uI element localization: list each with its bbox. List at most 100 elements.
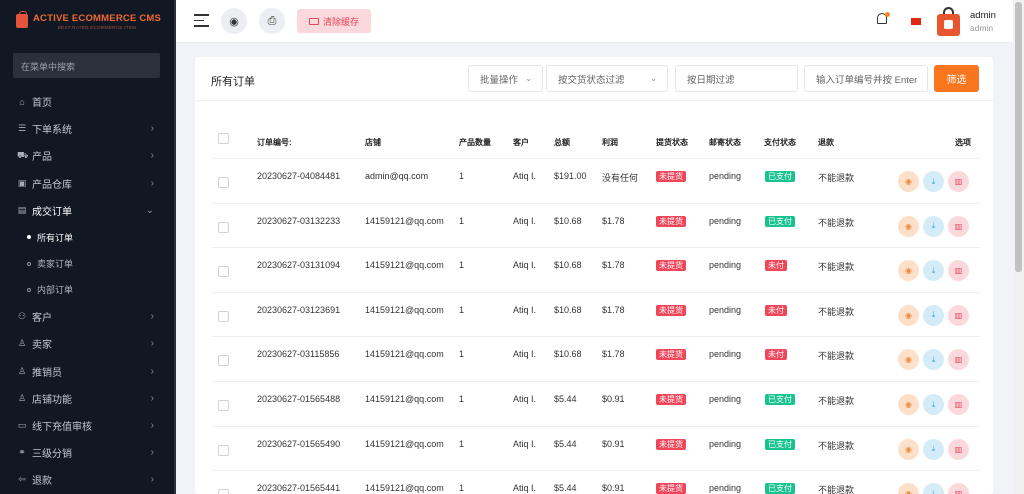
download-icon[interactable]: ⤓ [923, 260, 944, 282]
page-title: 所有订单 [211, 76, 255, 88]
date-filter-input[interactable]: 按日期过滤 [675, 65, 798, 92]
table-row: 20230627-03131094 14159121@qq.com 1 Atiq I.… [212, 247, 980, 292]
delete-icon[interactable]: ▥ [948, 260, 969, 282]
column-header: 产品数量 [459, 138, 491, 147]
top-bar: ◉ ⎙ 清除缓存 admin admin [176, 0, 1013, 43]
notification-bell-icon[interactable] [876, 12, 890, 28]
download-icon[interactable]: ⤓ [923, 349, 944, 371]
download-icon[interactable]: ⤓ [923, 171, 944, 192]
column-header: 店铺 [365, 138, 381, 147]
view-icon[interactable]: ◉ [898, 349, 919, 371]
sidebar-item[interactable]: ♙ 店铺功能 › [0, 385, 176, 412]
customer: Atiq I. [513, 483, 537, 494]
select-all-checkbox[interactable] [218, 133, 229, 144]
delete-icon[interactable]: ▥ [948, 349, 969, 371]
clear-cache-button[interactable]: 清除缓存 [297, 9, 371, 33]
pickup-status-badge: 未提货 [656, 171, 686, 182]
view-icon[interactable]: ◉ [898, 304, 919, 326]
sidebar-item[interactable]: ⚭ 三级分销 › [0, 439, 176, 466]
column-header: 订单编号: [257, 138, 292, 147]
sidebar-scrollbar[interactable] [174, 0, 176, 494]
menu-item-icon: ⚭ [18, 447, 26, 458]
shipping-status: pending [709, 349, 742, 360]
profit: $1.78 [602, 215, 625, 226]
menu-toggle-icon[interactable] [194, 14, 209, 31]
pickup-status-badge: 未提货 [656, 304, 686, 316]
view-icon[interactable]: ◉ [898, 394, 919, 415]
sidebar-item[interactable]: ♙ 卖家 › [0, 330, 176, 357]
sidebar-subitem[interactable]: 内部订单 [0, 277, 176, 303]
sidebar-subitem[interactable]: 卖家订单 [0, 250, 176, 276]
pickup-status-badge: 未提货 [656, 215, 686, 227]
total: $10.68 [554, 349, 582, 360]
delete-icon[interactable]: ▥ [948, 304, 969, 326]
sidebar-item[interactable]: ▤ 成交订单 ⌄ [0, 197, 176, 224]
row-checkbox[interactable] [218, 489, 229, 494]
delete-icon[interactable]: ▥ [948, 438, 969, 460]
row-checkbox[interactable] [218, 400, 229, 411]
delivery-status-filter[interactable]: 按交货状态过滤 ⌄ [546, 65, 668, 92]
brand-tagline: BEST RATED ECOMMERCE ITEM [57, 24, 137, 30]
cache-icon [308, 17, 319, 25]
pickup-status-badge: 未提货 [656, 394, 686, 405]
row-checkbox[interactable] [218, 177, 229, 188]
page-scrollbar[interactable] [1013, 0, 1024, 494]
download-icon[interactable]: ⤓ [923, 304, 944, 326]
globe-icon[interactable]: ◉ [221, 8, 247, 34]
chevron-right-icon: › [150, 365, 154, 377]
view-icon[interactable]: ◉ [898, 260, 919, 282]
filter-button[interactable]: 筛选 [934, 65, 979, 92]
menu-search-input[interactable]: 在菜单中搜索 [13, 53, 160, 78]
view-icon[interactable]: ◉ [898, 215, 919, 237]
user-name[interactable]: admin [970, 10, 996, 21]
card-header: 所有订单 批量操作 ⌄ 按交货状态过滤 ⌄ 按日期过滤 输入订单编号并按 Ent… [195, 57, 993, 101]
sidebar-subitem[interactable]: 所有订单 [0, 224, 176, 250]
sidebar-item[interactable]: ▣ 产品仓库 › [0, 170, 176, 197]
delete-icon[interactable]: ▥ [948, 394, 969, 415]
download-icon[interactable]: ⤓ [923, 394, 944, 415]
row-checkbox[interactable] [218, 355, 229, 367]
total: $10.68 [554, 215, 582, 226]
customer: Atiq I. [513, 349, 537, 360]
total: $10.68 [554, 304, 582, 315]
view-icon[interactable]: ◉ [898, 171, 919, 192]
order-search-input[interactable]: 输入订单编号并按 Enter [804, 65, 928, 92]
customer: Atiq I. [513, 438, 537, 449]
download-icon[interactable]: ⤓ [923, 438, 944, 460]
delete-icon[interactable]: ▥ [948, 483, 969, 494]
printer-icon[interactable]: ⎙ [259, 8, 285, 34]
download-icon[interactable]: ⤓ [923, 215, 944, 237]
brand[interactable]: ACTIVE ECOMMERCE CMS BEST RATED ECOMMERC… [0, 0, 176, 42]
row-checkbox[interactable] [218, 221, 229, 233]
sidebar-item[interactable]: ♙ 推销员 › [0, 357, 176, 384]
row-checkbox[interactable] [218, 310, 229, 322]
row-checkbox[interactable] [218, 266, 229, 278]
view-icon[interactable]: ◉ [898, 438, 919, 460]
pickup-status-badge: 未提货 [656, 349, 686, 361]
shop: 14159121@qq.com [365, 394, 444, 404]
sidebar-item[interactable]: ▭ 线下充值审核 › [0, 412, 176, 439]
download-icon[interactable]: ⤓ [923, 483, 944, 494]
sidebar-item[interactable]: ⌂ 首页 [0, 88, 176, 115]
view-icon[interactable]: ◉ [898, 483, 919, 494]
column-header: 邮寄状态 [709, 138, 741, 147]
avatar[interactable] [937, 6, 960, 36]
row-checkbox[interactable] [218, 444, 229, 456]
sidebar-item[interactable]: ⛟ 产品 › [0, 142, 176, 169]
menu-item-icon: ☰ [17, 123, 27, 134]
shipping-status: pending [709, 438, 742, 449]
delete-icon[interactable]: ▥ [948, 171, 969, 192]
sidebar-item[interactable]: ⚇ 客户 › [0, 303, 176, 330]
language-flag-icon[interactable] [911, 18, 921, 25]
menu-item-icon: ♙ [17, 365, 27, 376]
refund-status: 不能退款 [818, 485, 855, 494]
delete-icon[interactable]: ▥ [948, 215, 969, 237]
refund-status: 不能退款 [818, 351, 855, 362]
order-number: 20230627-04084481 [257, 171, 341, 181]
refund-status: 不能退款 [818, 440, 855, 451]
bulk-action-dropdown[interactable]: 批量操作 ⌄ [468, 65, 543, 92]
table-row: 20230627-01565441 14159121@qq.com 1 Atiq I.… [212, 470, 980, 494]
sidebar-item[interactable]: ☰ 下单系统 › [0, 115, 176, 142]
sidebar-item[interactable]: ⇦ 退款 › [0, 466, 176, 493]
sidebar-item-label: 下单系统 [32, 125, 72, 137]
